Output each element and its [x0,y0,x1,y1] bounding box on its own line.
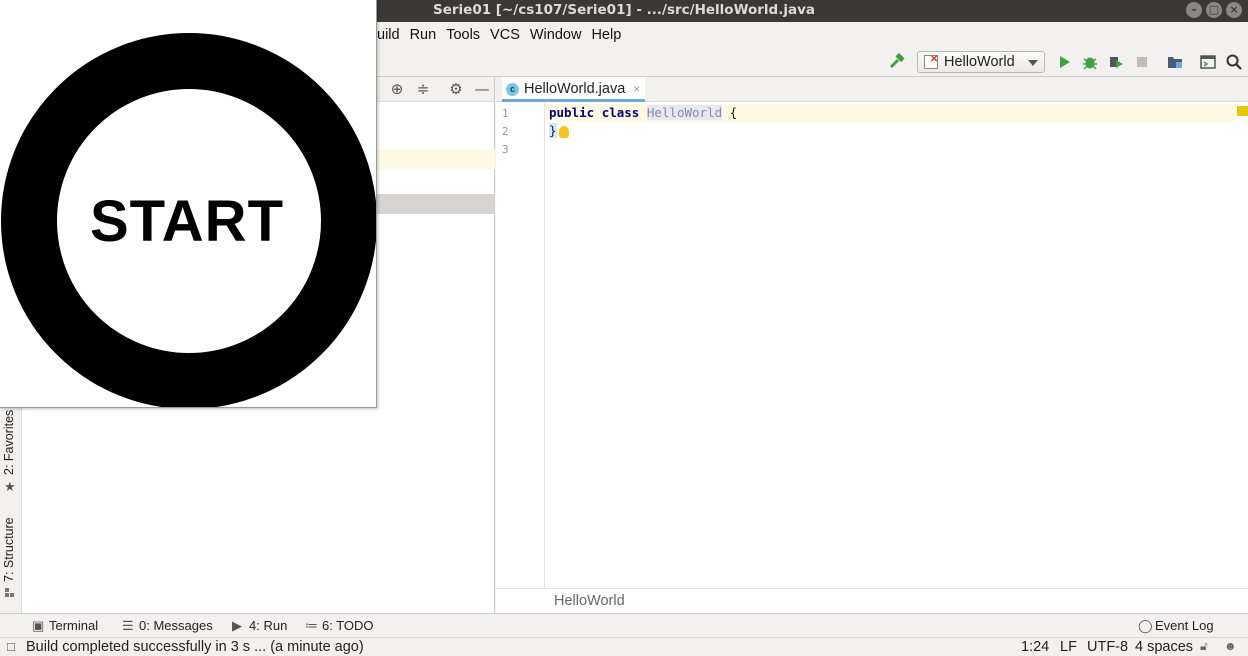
tool-tab-favorites[interactable]: 2: Favorites [2,410,16,475]
close-window-icon[interactable]: × [1226,2,1242,18]
terminal-icon: ▣ [32,618,45,633]
class-name: HelloWorld [646,105,723,120]
line-number: 3 [502,143,509,156]
menu-vcs[interactable]: VCS [490,27,520,43]
bottom-tool-tabs: ▣ Terminal ☰ 0: Messages ▶ 4: Run ≔ 6: TODO … [0,613,1248,637]
java-class-icon: c [506,83,519,96]
keyword-public: public [549,105,595,120]
hide-panel-icon[interactable]: — [473,80,491,98]
inspector-icon[interactable]: ☻ [1224,639,1237,653]
close-icon[interactable]: × [633,77,640,102]
keyword-class: class [601,105,640,120]
editor-tab-label: HelloWorld.java [524,81,626,97]
search-everywhere-icon[interactable] [1225,53,1243,71]
code-text-area[interactable]: public class HelloWorld { } [549,104,737,140]
tool-tab-messages[interactable]: ☰ 0: Messages [122,618,213,634]
run-icon[interactable] [1055,53,1073,71]
menu-build[interactable]: uild [377,27,400,43]
lightbulb-icon[interactable] [558,125,569,138]
run-label: 4: Run [249,618,288,633]
menu-tools[interactable]: Tools [446,27,480,43]
menu-window[interactable]: Window [530,27,582,43]
editor-breadcrumb[interactable]: HelloWorld [496,588,1248,613]
locate-file-icon[interactable]: ⊕ [388,80,406,98]
favorites-label: 2: Favorites [2,409,16,475]
warning-marker-icon[interactable] [1237,106,1248,116]
status-message[interactable]: Build completed successfully in 3 s ... … [26,639,364,655]
close-brace: } [549,123,557,138]
gear-icon[interactable]: ⚙ [447,80,465,98]
config-error-icon: ✕ [930,54,939,65]
tool-tab-structure[interactable]: 7: Structure [2,517,16,582]
event-log-icon: ◯ [1138,618,1153,633]
editor-area: c HelloWorld.java × 1 2 3 public class H… [496,77,1248,613]
run-config-label: HelloWorld [944,54,1015,70]
run-tab-icon: ▶ [232,618,242,633]
star-icon: ★ [4,480,16,495]
messages-icon: ☰ [122,618,134,633]
menu-help[interactable]: Help [591,27,621,43]
ide-window: Serie01 [~/cs107/Serie01] - .../src/Hell… [0,0,1248,656]
open-brace: { [729,105,738,120]
line-number: 1 [502,107,509,120]
start-overlay-image[interactable]: START [0,0,377,408]
collapse-all-icon[interactable]: ≑ [414,80,432,98]
file-encoding[interactable]: UTF-8 [1087,639,1128,655]
minimize-window-icon[interactable]: – [1186,2,1202,18]
window-controls: – □ × [1186,2,1242,18]
start-label: START [89,189,284,254]
todo-icon: ≔ [305,618,318,633]
breadcrumb-class: HelloWorld [554,593,625,609]
project-structure-icon[interactable] [1166,53,1184,71]
editor-tab-bar: c HelloWorld.java × [496,77,1248,102]
todo-label: 6: TODO [322,618,374,633]
event-log-label: Event Log [1155,618,1214,633]
caret-position[interactable]: 1:24 [1021,639,1049,655]
line-separator[interactable]: LF [1060,639,1077,655]
line-number-gutter: 1 2 3 [496,103,545,588]
editor-tab-helloworld[interactable]: c HelloWorld.java × [502,77,646,102]
terminal-label: Terminal [49,618,99,633]
structure-label: 7: Structure [2,517,16,582]
run-with-coverage-icon[interactable] [1107,53,1125,71]
tool-tab-event-log[interactable]: ◯ Event Log [1138,618,1214,634]
stop-icon[interactable] [1133,53,1151,71]
status-toggle-icon[interactable]: ☐ [6,641,16,654]
status-bar: ☐ Build completed successfully in 3 s ..… [0,637,1248,656]
tool-tab-todo[interactable]: ≔ 6: TODO [305,618,374,634]
tool-tab-terminal[interactable]: ▣ Terminal [32,618,98,634]
lock-icon[interactable]: 🔓︎ [1200,639,1208,654]
indent-setting[interactable]: 4 spaces [1135,639,1193,655]
build-hammer-icon[interactable] [888,52,906,71]
terminal-window-icon[interactable] [1199,53,1217,71]
structure-icon [5,587,15,597]
line-number: 2 [502,125,509,138]
messages-label: 0: Messages [139,618,213,633]
tool-tab-run[interactable]: ▶ 4: Run [232,618,287,634]
window-title: Serie01 [~/cs107/Serie01] - .../src/Hell… [433,2,815,18]
chevron-down-icon [1028,60,1038,66]
run-configuration-select[interactable]: ✕ HelloWorld [917,51,1045,73]
maximize-window-icon[interactable]: □ [1206,2,1222,18]
debug-icon[interactable] [1081,53,1099,71]
menu-run[interactable]: Run [410,27,437,43]
